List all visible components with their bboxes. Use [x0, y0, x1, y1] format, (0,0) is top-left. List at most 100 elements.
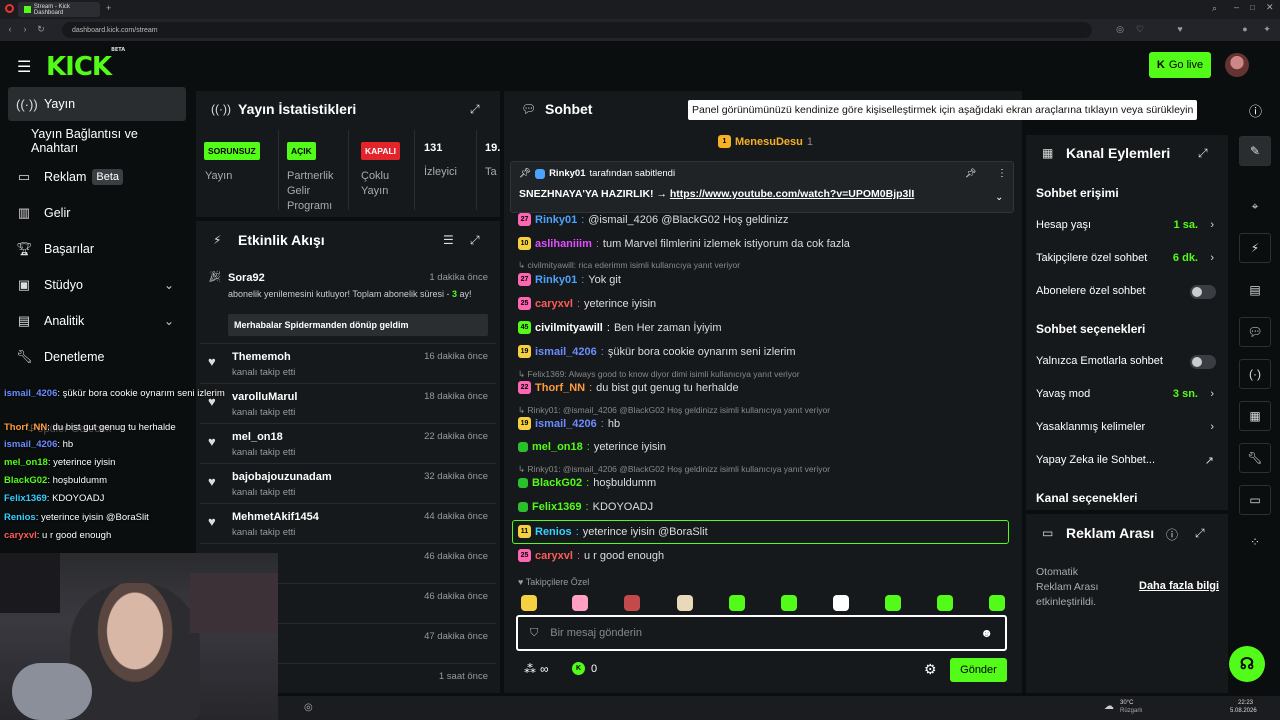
sidebar-item-ads[interactable]: ▭ Reklam Beta — [8, 160, 186, 194]
kick-logo[interactable]: KICKBETA — [46, 47, 125, 82]
emote-button[interactable] — [937, 595, 953, 611]
emote-button[interactable] — [781, 595, 797, 611]
reload-icon[interactable]: ↻ — [36, 24, 46, 34]
chat-widget-button[interactable]: 💬︎ — [1239, 317, 1271, 347]
sidebar-item-achievements[interactable]: 🏆︎ Başarılar — [8, 232, 186, 266]
pinned-by[interactable]: Rinky01 — [549, 168, 585, 179]
activity-widget-button[interactable]: ⚡︎ — [1239, 233, 1271, 263]
chat-username[interactable]: caryxvl — [535, 298, 573, 310]
bookmark-icon[interactable]: ♡ — [1135, 24, 1145, 34]
follower-chat-row[interactable]: Takipçilere özel sohbet 6 dk. › — [1036, 252, 1216, 264]
expand-icon[interactable]: ⤢ — [470, 102, 480, 117]
obs-icon[interactable]: ◎ — [304, 702, 313, 713]
sidebar-item-moderation[interactable]: 🔧︎ Denetleme — [8, 340, 186, 374]
notes-widget-button[interactable]: ▤ — [1239, 275, 1271, 305]
emoji-icon[interactable]: ☻ — [980, 626, 993, 640]
user-avatar[interactable] — [1225, 53, 1249, 77]
expand-icon[interactable]: ⤢ — [1195, 526, 1205, 541]
account-age-row[interactable]: Hesap yaşı 1 sa. › — [1036, 219, 1216, 231]
activity-user[interactable]: Thememoh — [232, 351, 291, 363]
chat-username[interactable]: Rinky01 — [535, 214, 577, 226]
chat-access-heading: Sohbet erişimi — [1036, 186, 1119, 200]
gear-icon[interactable]: ⚙︎ — [924, 661, 937, 678]
chat-features[interactable]: ⁂ ∞ — [524, 662, 549, 676]
banned-words-row[interactable]: Yasaklanmış kelimeler › — [1036, 421, 1216, 433]
address-bar[interactable]: dashboard.kick.com/stream — [62, 22, 1092, 38]
filter-icon[interactable]: ☰ — [443, 233, 454, 247]
new-tab-icon[interactable]: + — [106, 3, 111, 13]
activity-user[interactable]: bajobajouzunadam — [232, 471, 332, 483]
sidebar-item-analytics[interactable]: ▤ Analitik ⌄ — [8, 304, 186, 338]
activity-user[interactable]: mel_on18 — [232, 431, 283, 443]
minimize-icon[interactable]: – — [1234, 2, 1239, 12]
stream-widget-button[interactable]: (·) — [1239, 359, 1271, 389]
ai-icon[interactable]: ✦ — [1262, 24, 1272, 34]
support-button[interactable]: ☊ — [1229, 646, 1265, 682]
extension-icon[interactable]: ◎ — [1115, 24, 1125, 34]
emote-button[interactable] — [677, 595, 693, 611]
forward-icon[interactable]: › — [20, 24, 30, 34]
gift-icon: 1 — [718, 135, 731, 148]
sidebar-item-stream[interactable]: ((·)) Yayın — [8, 87, 186, 121]
opera-icon[interactable] — [5, 4, 14, 13]
learn-more-link[interactable]: Daha fazla bilgi — [1139, 580, 1219, 592]
pinned-link[interactable]: https://www.youtube.com/watch?v=UPOM0Bjp… — [670, 188, 914, 200]
gifter-name[interactable]: MenesuDesu — [735, 136, 803, 148]
emote-button[interactable] — [989, 595, 1005, 611]
chat-username[interactable]: Thorf_NN — [535, 382, 585, 394]
logo-text: KICK — [46, 52, 112, 82]
profile-icon[interactable]: ● — [1240, 24, 1250, 34]
chat-username[interactable]: civilmityawill — [535, 322, 603, 334]
chat-username[interactable]: caryxvl — [535, 550, 573, 562]
chat-username[interactable]: BlackG02 — [532, 477, 582, 489]
emote-only-toggle[interactable] — [1190, 355, 1216, 369]
customize-tooltip: Panel görünümünüzü kendinize göre kişise… — [688, 100, 1198, 120]
search-tabs-icon[interactable]: ⌕ — [1212, 3, 1217, 14]
unpin-icon[interactable]: 📌︎ — [965, 168, 976, 179]
emote-button[interactable] — [624, 595, 640, 611]
emote-button[interactable] — [885, 595, 901, 611]
sidebar-item-revenue[interactable]: ▥ Gelir — [8, 196, 186, 230]
emote-button[interactable] — [521, 595, 537, 611]
more-widgets-button[interactable]: ⁘ — [1239, 527, 1271, 557]
activity-user[interactable]: Sora92 — [228, 272, 265, 284]
sidebar-item-studio[interactable]: ▣ Stüdyo ⌄ — [8, 268, 186, 302]
chevron-down-icon[interactable]: ⌄ — [995, 192, 1003, 203]
close-icon[interactable]: ✕ — [1266, 2, 1274, 13]
expand-icon[interactable]: ⤢ — [1198, 146, 1208, 161]
subscriber-chat-toggle[interactable] — [1190, 285, 1216, 299]
emote-button[interactable] — [572, 595, 588, 611]
chat-username[interactable]: Rinky01 — [535, 274, 577, 286]
back-icon[interactable]: ‹ — [5, 24, 15, 34]
chat-username[interactable]: ismail_4206 — [535, 418, 597, 430]
ai-chat-row[interactable]: Yapay Zeka ile Sohbet... ↗ — [1036, 454, 1216, 467]
chat-username[interactable]: Felix1369 — [532, 501, 582, 513]
ad-widget-button[interactable]: ▭ — [1239, 485, 1271, 515]
info-icon[interactable]: ⓘ — [1166, 526, 1178, 543]
hamburger-menu-icon[interactable]: ☰ — [17, 57, 31, 77]
heart-icon[interactable]: ♥ — [1175, 24, 1185, 34]
chat-username[interactable]: aslihaniiim — [535, 238, 592, 250]
more-options-icon[interactable]: ⋮ — [997, 168, 1007, 179]
capture-button[interactable]: ⌖ — [1239, 191, 1271, 221]
info-icon[interactable]: ⓘ — [1249, 101, 1262, 120]
sidebar-item-stream-key[interactable]: Yayın Bağlantısı ve Anahtarı — [8, 124, 186, 158]
send-button[interactable]: Gönder — [950, 658, 1007, 682]
chat-username[interactable]: mel_on18 — [532, 441, 583, 453]
chat-input[interactable]: ⛉ Bir mesaj gönderin ☻ — [516, 615, 1007, 651]
edit-layout-button[interactable]: ✎ — [1239, 136, 1271, 166]
actions-widget-button[interactable]: ▦ — [1239, 401, 1271, 431]
users-icon: ⁂ — [524, 662, 536, 676]
browser-tab[interactable]: Stream - Kick Dashboard — [18, 2, 100, 17]
emote-button[interactable] — [833, 595, 849, 611]
slow-mode-row[interactable]: Yavaş mod 3 sn. › — [1036, 388, 1216, 400]
go-live-button[interactable]: K Go live — [1149, 52, 1211, 78]
moderation-widget-button[interactable]: 🔧︎ — [1239, 443, 1271, 473]
maximize-icon[interactable]: □ — [1250, 3, 1255, 12]
kick-points[interactable]: K0 — [572, 662, 597, 675]
expand-icon[interactable]: ⤢ — [470, 233, 480, 248]
chat-username[interactable]: ismail_4206 — [535, 346, 597, 358]
activity-user[interactable]: MehmetAkif1454 — [232, 511, 319, 523]
emote-button[interactable] — [729, 595, 745, 611]
activity-user[interactable]: varolluMarul — [232, 391, 297, 403]
